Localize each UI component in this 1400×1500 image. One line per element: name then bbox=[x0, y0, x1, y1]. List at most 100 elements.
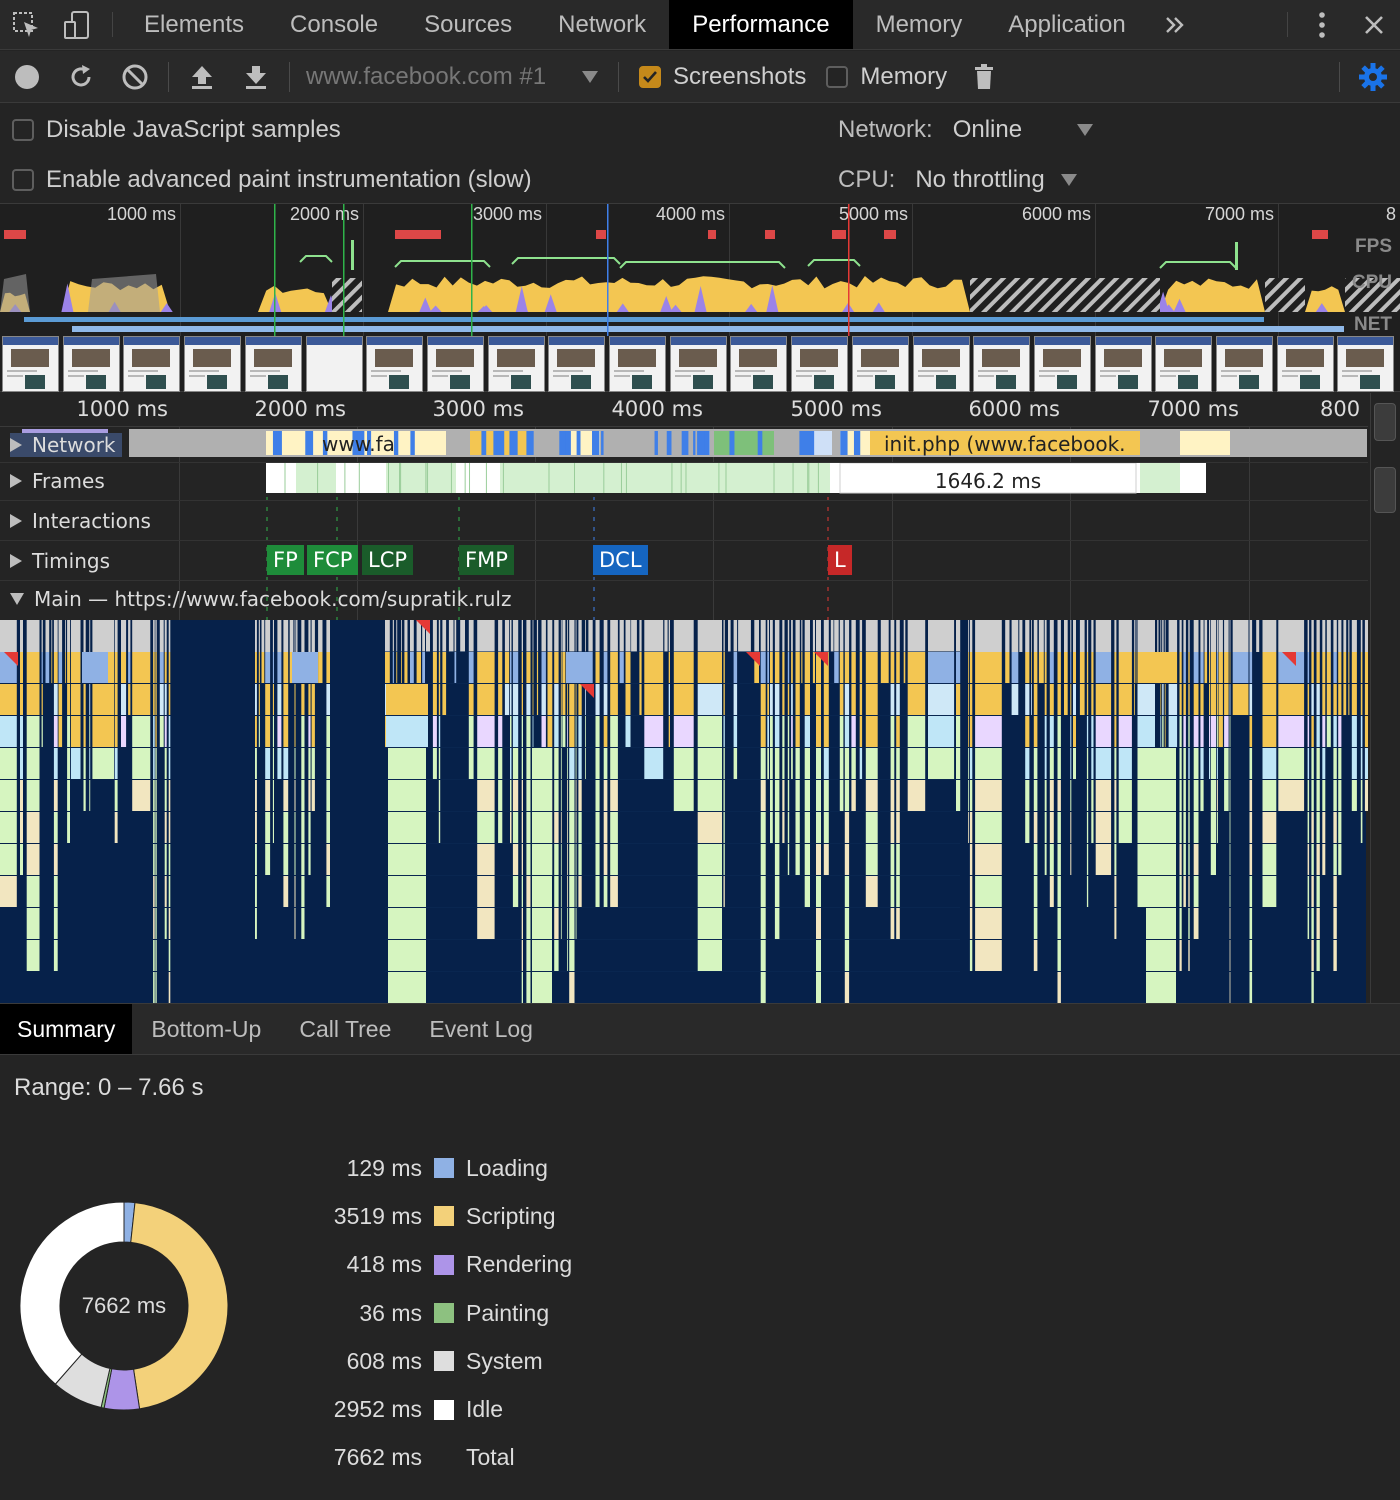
flame-event bbox=[67, 748, 70, 779]
screenshot-thumbnail[interactable] bbox=[305, 336, 363, 392]
advanced-paint-checkbox[interactable] bbox=[12, 169, 34, 191]
timings-track[interactable]: Timings FP FCP LCP FMP DCL L bbox=[0, 541, 1368, 581]
network-throttling-select[interactable]: Online bbox=[953, 116, 1073, 144]
profile-select[interactable]: www.facebook.com #1 bbox=[296, 63, 612, 91]
screenshot-thumbnail[interactable] bbox=[609, 336, 666, 392]
screenshot-thumbnail[interactable] bbox=[2, 336, 59, 392]
timing-marker-fp[interactable]: FP bbox=[267, 545, 304, 575]
screenshot-thumbnail[interactable] bbox=[1216, 336, 1273, 392]
frames-track-header[interactable]: Frames bbox=[10, 469, 105, 493]
tab-summary[interactable]: Summary bbox=[0, 1004, 133, 1054]
timing-marker-fcp[interactable]: FCP bbox=[307, 545, 359, 575]
tab-network[interactable]: Network bbox=[535, 0, 669, 49]
capture-settings-button[interactable] bbox=[1346, 51, 1400, 103]
tab-memory[interactable]: Memory bbox=[853, 0, 986, 49]
tab-event-log[interactable]: Event Log bbox=[410, 1004, 552, 1054]
frames-track[interactable]: Frames 1646.2 ms bbox=[0, 463, 1368, 501]
scrollbar-thumb[interactable] bbox=[1374, 403, 1396, 441]
network-track-header[interactable]: Network bbox=[10, 433, 122, 457]
screenshot-thumbnail[interactable] bbox=[487, 336, 545, 392]
flame-event bbox=[155, 972, 157, 1003]
timing-marker-load[interactable]: L bbox=[828, 545, 852, 575]
screenshot-thumbnail[interactable] bbox=[548, 336, 606, 392]
disable-js-samples-checkbox[interactable] bbox=[12, 119, 34, 141]
screenshot-thumbnail[interactable] bbox=[123, 336, 181, 392]
flame-event bbox=[26, 652, 40, 683]
screenshot-thumbnail[interactable] bbox=[973, 336, 1031, 392]
flame-event bbox=[53, 812, 58, 843]
screenshot-thumbnail[interactable] bbox=[791, 336, 849, 392]
memory-option[interactable]: Memory bbox=[826, 63, 947, 91]
flame-chart-scrollbar[interactable] bbox=[1370, 393, 1400, 1003]
divider bbox=[112, 12, 113, 37]
screenshots-option[interactable]: Screenshots bbox=[639, 63, 806, 91]
network-request-label[interactable]: www.fa bbox=[322, 432, 395, 456]
kebab-menu-icon[interactable] bbox=[1296, 0, 1348, 49]
clear-button[interactable] bbox=[108, 51, 162, 103]
flame-event bbox=[114, 684, 118, 715]
tab-performance[interactable]: Performance bbox=[669, 0, 853, 49]
screenshot-thumbnail[interactable] bbox=[730, 336, 788, 392]
disable-js-samples-option[interactable]: Disable JavaScript samples bbox=[12, 116, 341, 144]
timings-track-header[interactable]: Timings bbox=[10, 549, 110, 573]
flame-event bbox=[1249, 652, 1253, 683]
screenshot-thumbnail[interactable] bbox=[1337, 336, 1395, 392]
load-profile-button[interactable] bbox=[175, 51, 229, 103]
tab-console[interactable]: Console bbox=[267, 0, 401, 49]
tab-elements[interactable]: Elements bbox=[121, 0, 267, 49]
screenshot-thumbnail[interactable] bbox=[62, 336, 120, 392]
flame-event bbox=[255, 844, 257, 875]
frame-duration[interactable]: 1646.2 ms bbox=[840, 469, 1136, 493]
screenshot-thumbnail[interactable] bbox=[669, 336, 727, 392]
flame-chart[interactable]: 1000 ms 2000 ms 3000 ms 4000 ms 5000 ms … bbox=[0, 393, 1400, 1003]
tab-sources[interactable]: Sources bbox=[401, 0, 535, 49]
screenshot-thumbnail[interactable] bbox=[1276, 336, 1334, 392]
record-button[interactable] bbox=[0, 51, 54, 103]
screenshots-checkbox[interactable] bbox=[639, 65, 661, 88]
interactions-track[interactable]: Interactions bbox=[0, 501, 1368, 541]
tab-call-tree[interactable]: Call Tree bbox=[280, 1004, 410, 1054]
tab-bottom-up[interactable]: Bottom-Up bbox=[132, 1004, 280, 1054]
inspect-element-icon[interactable] bbox=[0, 0, 52, 49]
collect-garbage-button[interactable] bbox=[957, 51, 1011, 103]
advanced-paint-option[interactable]: Enable advanced paint instrumentation (s… bbox=[12, 166, 532, 194]
timing-marker-dcl[interactable]: DCL bbox=[593, 545, 648, 575]
screenshot-thumbnail[interactable] bbox=[1094, 336, 1152, 392]
flame-event bbox=[70, 620, 81, 652]
flame-event bbox=[526, 748, 531, 779]
main-thread-track-header[interactable]: Main — https://www.facebook.com/supratik… bbox=[10, 587, 511, 611]
screenshot-thumbnail[interactable] bbox=[426, 336, 484, 392]
flame-event bbox=[541, 684, 546, 715]
memory-checkbox[interactable] bbox=[826, 65, 849, 88]
flame-event bbox=[1164, 620, 1166, 652]
flame-event bbox=[392, 620, 394, 652]
timing-marker-lcp[interactable]: LCP bbox=[362, 545, 414, 575]
screenshot-thumbnail[interactable] bbox=[184, 336, 242, 392]
interactions-track-header[interactable]: Interactions bbox=[10, 509, 151, 533]
flame-event bbox=[723, 716, 725, 747]
flame-event bbox=[1216, 684, 1218, 715]
network-track[interactable]: Network www.fa init.php (www.facebook. bbox=[0, 427, 1368, 463]
close-icon[interactable] bbox=[1348, 0, 1400, 49]
device-toolbar-icon[interactable] bbox=[52, 0, 104, 49]
save-profile-button[interactable] bbox=[229, 51, 283, 103]
network-request-label[interactable]: init.php (www.facebook. bbox=[884, 432, 1126, 456]
screenshot-thumbnail[interactable] bbox=[366, 336, 424, 392]
memory-label: Memory bbox=[860, 62, 948, 90]
scrollbar-thumb[interactable] bbox=[1374, 467, 1396, 513]
tab-application[interactable]: Application bbox=[985, 0, 1148, 49]
thumb-line bbox=[917, 375, 934, 377]
screenshot-thumbnail[interactable] bbox=[1033, 336, 1091, 392]
timeline-overview[interactable]: 1000 ms 2000 ms 3000 ms 4000 ms 5000 ms … bbox=[0, 204, 1400, 392]
timing-marker-fmp[interactable]: FMP bbox=[459, 545, 514, 575]
screenshot-thumbnail[interactable] bbox=[851, 336, 909, 392]
legend-value: 418 ms bbox=[346, 1251, 422, 1278]
screenshot-thumbnail[interactable] bbox=[1155, 336, 1213, 392]
flame-event bbox=[121, 652, 127, 683]
screenshot-thumbnail[interactable] bbox=[244, 336, 302, 392]
main-thread-track[interactable]: Main — https://www.facebook.com/supratik… bbox=[0, 581, 1368, 619]
chevron-double-right-icon[interactable] bbox=[1149, 0, 1201, 49]
reload-profile-button[interactable] bbox=[54, 51, 108, 103]
cpu-throttling-select[interactable]: No throttling bbox=[915, 166, 1057, 194]
screenshot-thumbnail[interactable] bbox=[912, 336, 970, 392]
